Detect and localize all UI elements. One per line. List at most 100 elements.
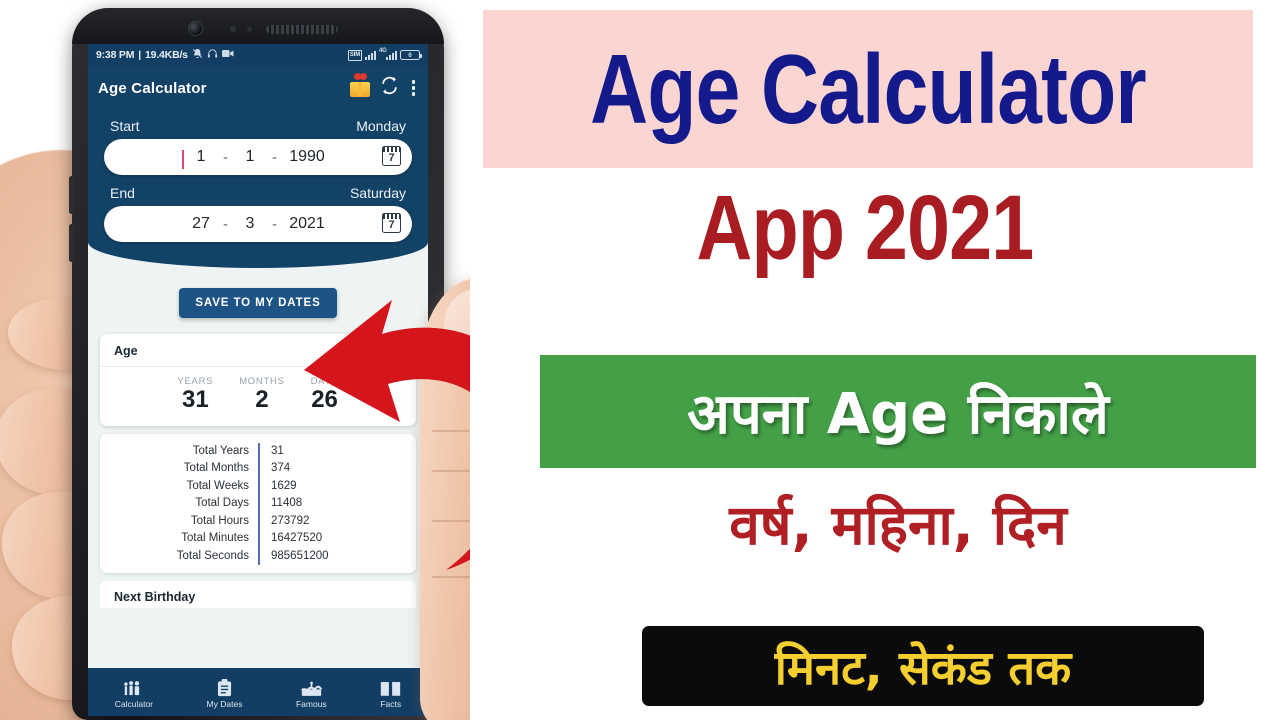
video-camera-icon [221, 49, 234, 61]
signal-bars-icon-1 [365, 50, 376, 60]
start-date-field[interactable]: 1 - 1 - 1990 7 [104, 139, 412, 175]
promo-panel: Age Calculator App 2021 अपना Age निकाले … [470, 0, 1280, 720]
sidebar-item-facts[interactable]: Facts [380, 678, 401, 709]
total-label: Total Seconds [176, 549, 249, 562]
phone-top-bezel [72, 8, 444, 44]
age-value-years: 31 [181, 386, 209, 413]
table-row: Total Years 31 [100, 443, 416, 461]
total-value: 1629 [271, 479, 297, 492]
people-icon [123, 678, 145, 697]
sim-card-icon: SIM [347, 49, 362, 61]
sidebar-item-my-dates[interactable]: My Dates [206, 678, 243, 709]
bottom-navigation: Calculator My Dates Famous Facts [88, 668, 428, 716]
total-value: 374 [271, 462, 291, 475]
age-value-days: 26 [311, 386, 338, 413]
date-separator: - [272, 148, 277, 166]
promo-hindi-line-3: मिनट, सेकंड तक [774, 641, 1072, 696]
clipboard-icon [217, 678, 232, 697]
promo-hindi-line-1: अपना Age निकाले [687, 381, 1109, 447]
volume-down-button[interactable] [69, 224, 74, 262]
network-type-label: 4G [379, 48, 387, 54]
table-row: Total Months 374 [100, 460, 416, 478]
battery-icon: 6 [400, 50, 422, 60]
status-bar: 9:38 PM | 19.4KB/s SIM 4G 6 [88, 44, 428, 66]
promo-title: Age Calculator [590, 33, 1146, 144]
age-card-title: Age [100, 334, 416, 367]
phone-in-hand-photo: 9:38 PM | 19.4KB/s SIM 4G 6 Age Calculat… [0, 0, 470, 720]
end-label: End [110, 185, 135, 201]
open-book-icon [380, 678, 401, 697]
age-card: Age YEARS 31 MONTHS 2 DAYS 26 [100, 334, 416, 426]
sidebar-item-calculator[interactable]: Calculator [115, 678, 153, 709]
nav-label-my-dates: My Dates [206, 699, 243, 709]
thumb-crease [432, 430, 470, 432]
age-cell-years: YEARS 31 [177, 376, 213, 412]
header-section: Age Calculator Start Monday 1 - 1 - 1990… [88, 66, 428, 268]
total-label: Total Hours [190, 514, 249, 527]
end-calendar-picker-icon[interactable]: 7 [382, 213, 401, 233]
phone-screen: 9:38 PM | 19.4KB/s SIM 4G 6 Age Calculat… [88, 44, 428, 716]
thumb-crease [432, 576, 470, 578]
total-value: 11408 [271, 497, 303, 510]
earpiece-speaker [266, 25, 338, 34]
end-month-input[interactable]: 3 [237, 215, 263, 233]
table-row: Total Hours 273792 [100, 512, 416, 531]
end-date-group: End Saturday 27 - 3 - 2021 7 [104, 185, 412, 242]
total-label: Total Years [192, 445, 249, 457]
age-value-months: 2 [255, 386, 269, 413]
battery-level: 6 [408, 51, 412, 59]
end-year-input[interactable]: 2021 [286, 215, 328, 233]
nav-label-famous: Famous [295, 699, 327, 709]
front-camera-icon [188, 21, 203, 36]
table-row: Total Days 11408 [100, 495, 416, 513]
total-value: 31 [271, 445, 284, 457]
total-label: Total Minutes [181, 532, 249, 545]
volume-up-button[interactable] [69, 176, 74, 214]
thumb [420, 278, 470, 720]
gift-icon[interactable] [349, 78, 370, 98]
status-time: 9:38 PM [96, 49, 135, 61]
total-value: 273792 [271, 514, 310, 527]
date-separator: - [272, 215, 277, 233]
total-value: 16427520 [271, 532, 323, 545]
light-sensor-icon [247, 27, 252, 32]
next-birthday-card: Next Birthday [100, 581, 416, 609]
end-day-input[interactable]: 27 [188, 215, 214, 233]
total-value: 985651200 [271, 549, 329, 562]
app-title: Age Calculator [98, 79, 207, 97]
age-cell-days: DAYS 26 [311, 376, 339, 412]
gift-bow [354, 73, 367, 80]
text-caret [182, 150, 184, 169]
age-values-row: YEARS 31 MONTHS 2 DAYS 26 [100, 367, 416, 426]
totals-table: Total Years 31 Total Months 374 Total Weeks 1… [100, 434, 416, 574]
save-to-my-dates-button[interactable]: SAVE TO MY DATES [179, 288, 337, 318]
start-month-input[interactable]: 1 [237, 148, 263, 166]
thumb-crease [432, 470, 470, 472]
screenshot-root: 9:38 PM | 19.4KB/s SIM 4G 6 Age Calculat… [0, 0, 1280, 720]
table-row: Total Seconds 985651200 [100, 547, 416, 566]
end-date-field[interactable]: 27 - 3 - 2021 7 [104, 206, 412, 242]
start-calendar-picker-icon[interactable]: 7 [382, 146, 401, 166]
total-label: Total Weeks [186, 479, 249, 492]
end-weekday: Saturday [349, 185, 406, 201]
proximity-sensor-icon [230, 26, 236, 32]
start-date-group: Start Monday 1 - 1 - 1990 7 [104, 118, 412, 175]
overflow-menu-icon[interactable] [409, 80, 419, 96]
date-separator: - [223, 215, 228, 233]
sidebar-item-famous[interactable]: Famous [296, 678, 327, 709]
total-label: Total Months [183, 462, 249, 475]
swap-dates-icon[interactable] [380, 76, 399, 101]
start-year-input[interactable]: 1990 [286, 148, 328, 166]
promo-subtitle: App 2021 [696, 177, 1035, 279]
status-separator: | [138, 49, 142, 61]
content-area: SAVE TO MY DATES Age YEARS 31 MONTHS 2 D… [88, 268, 428, 716]
gift-box [349, 82, 370, 97]
app-bar: Age Calculator [88, 66, 428, 110]
start-day-input[interactable]: 1 [182, 148, 214, 169]
signal-bars-icon-2 [386, 50, 397, 60]
nav-label-calculator: Calculator [114, 699, 154, 709]
table-row: Total Weeks 1629 [100, 477, 416, 496]
start-label: Start [110, 118, 140, 134]
date-separator: - [223, 148, 228, 166]
start-weekday: Monday [356, 118, 406, 134]
